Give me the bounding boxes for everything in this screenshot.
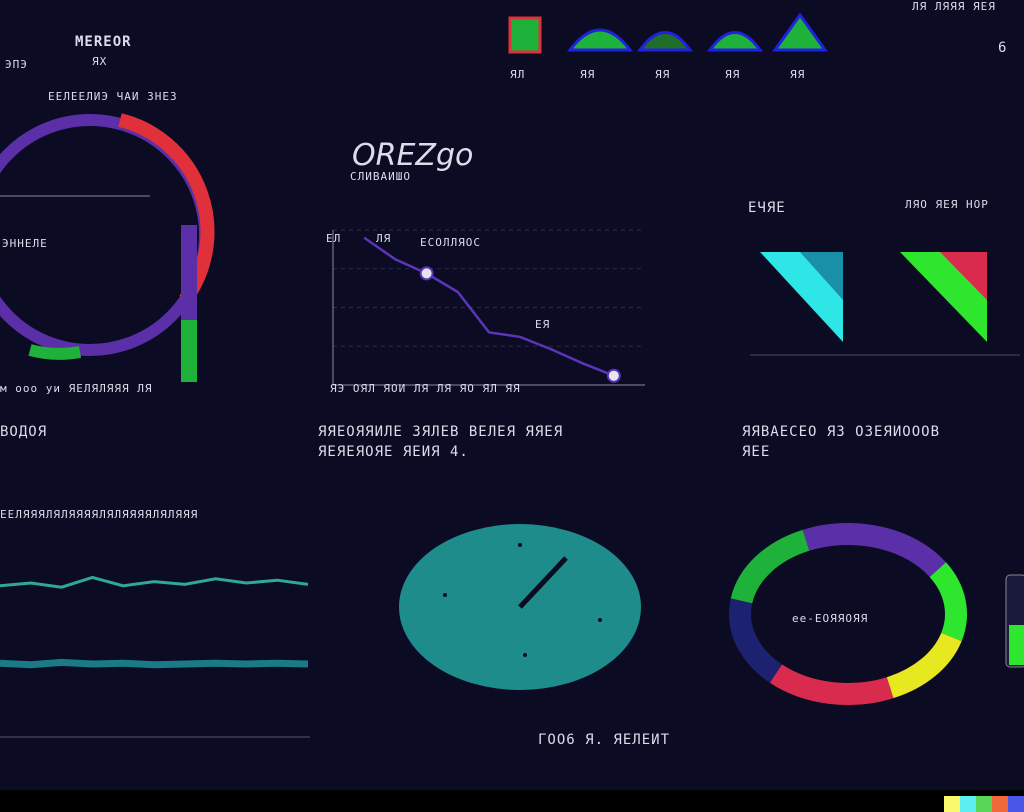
- clock-tick: [443, 593, 447, 597]
- icon-label-3: ЯЯ: [655, 68, 671, 81]
- ring-gauge: [0, 113, 215, 382]
- middle-center-heading-1: ЯЯЕОЯЯИЛЕ ЗЯЛЕВ ВЕЛЕЯ ЯЯЕЯ: [318, 424, 564, 440]
- icon-hill-1: [566, 28, 634, 52]
- line-panel-subtitle: СЛИВАИШО: [350, 170, 411, 183]
- battery-widget: [1005, 574, 1024, 668]
- triangles-label-right: ЛЯО ЯЕЯ НОР: [905, 198, 989, 211]
- left-sub1: ЭПЭ: [5, 58, 28, 71]
- middle-center-heading-2: ЯЕЯЕЯОЯЕ ЯЕИЯ 4.: [318, 444, 469, 460]
- clock-gauge: [399, 524, 641, 690]
- line-panel-title: OREZgo: [352, 138, 474, 173]
- line-chart-series: [363, 236, 615, 377]
- line-legend-c: ЕСОЛЛЯОС: [420, 236, 481, 249]
- ring-gauge-green-arc: [28, 344, 82, 360]
- middle-right-heading-1: ЯЯВАЕСЕО ЯЗ ОЗЕЯИОООВ: [742, 424, 941, 440]
- middle-left-heading: ВОДОЯ: [0, 424, 48, 440]
- left-title: MEREOR: [75, 34, 132, 50]
- footer-caption: ГОО6 Я. ЯЕЛЕИТ: [538, 732, 671, 748]
- line-point: [606, 368, 621, 383]
- gauge-bar-green: [181, 320, 197, 382]
- line-point: [419, 266, 434, 281]
- donut-slice-red: [769, 664, 894, 705]
- donut-label: ее-ЕОЯЯОЯЯ: [792, 612, 869, 625]
- line-point-label: ЕЯ: [535, 318, 551, 331]
- icon-house: [772, 12, 828, 52]
- top-right-number: 6: [998, 40, 1008, 56]
- clock-tick: [523, 653, 527, 657]
- clock-tick: [598, 618, 602, 622]
- donut-slice-yellow: [886, 632, 962, 699]
- wave-series-2: [0, 658, 309, 669]
- line-legend-b: ЛЯ: [376, 232, 392, 245]
- wave-chart: [0, 575, 310, 738]
- line-x-axis-label: ЯЭ ОЯЛ ЯОИ ЛЯ ЛЯ ЯО ЯЛ ЯЯ: [330, 382, 521, 395]
- triangles-label-left: ЕЧЯЕ: [748, 200, 786, 216]
- line-legend-a: ЕЛ: [326, 232, 342, 245]
- line-chart: [332, 229, 645, 386]
- top-icons: [508, 12, 828, 54]
- gauge-bar-purple: [181, 225, 197, 320]
- wave-header: ЕЕЛЯЯЯЛЯЛЯЯЯЯЛЯЛЯЯЯЯЛЯЛЯЯЯ: [0, 508, 199, 521]
- gauge-label-1: ЕЕЛЕЕЛИЭ ЧАИ ЗНЕЗ: [48, 90, 178, 103]
- footer-swatch-3: [976, 796, 992, 812]
- battery-fill: [1009, 625, 1024, 665]
- icon-label-4: ЯЯ: [725, 68, 741, 81]
- line-chart-points: [419, 266, 621, 383]
- triangle-shapes: [750, 252, 1020, 356]
- footer-swatch-1: [944, 796, 960, 812]
- icon-label-5: ЯЯ: [790, 68, 806, 81]
- wave-series-1: [0, 575, 309, 589]
- dashboard-canvas: [0, 12, 1024, 738]
- donut-slice-navy: [729, 598, 783, 683]
- footer-bar: [0, 790, 1024, 812]
- donut-slice-green: [929, 562, 967, 642]
- middle-right-heading-2: ЯЕЕ: [742, 444, 771, 460]
- icon-hill-3: [707, 31, 763, 52]
- icon-hill-2: [637, 31, 693, 52]
- footer-swatch-4: [992, 796, 1008, 812]
- icon-label-1: ЯЛ: [510, 68, 526, 81]
- icon-flag: [508, 16, 542, 54]
- icon-label-2: ЯЯ: [580, 68, 596, 81]
- clock-tick: [518, 543, 522, 547]
- gauge-label-2: ЭННЕЛЕ: [2, 237, 48, 250]
- left-sub2: ЯХ: [92, 55, 108, 68]
- donut-slice-purple: [802, 523, 946, 578]
- top-right-text: ЛЯ ЛЯЯЯ ЯЕЯ: [912, 0, 996, 13]
- gauge-axis-label: м ооо уи ЯЕЛЯЛЯЯЯ ЛЯ: [0, 382, 153, 395]
- footer-swatch-2: [960, 796, 976, 812]
- footer-swatch-5: [1008, 796, 1024, 812]
- donut-slice-lime: [730, 529, 810, 604]
